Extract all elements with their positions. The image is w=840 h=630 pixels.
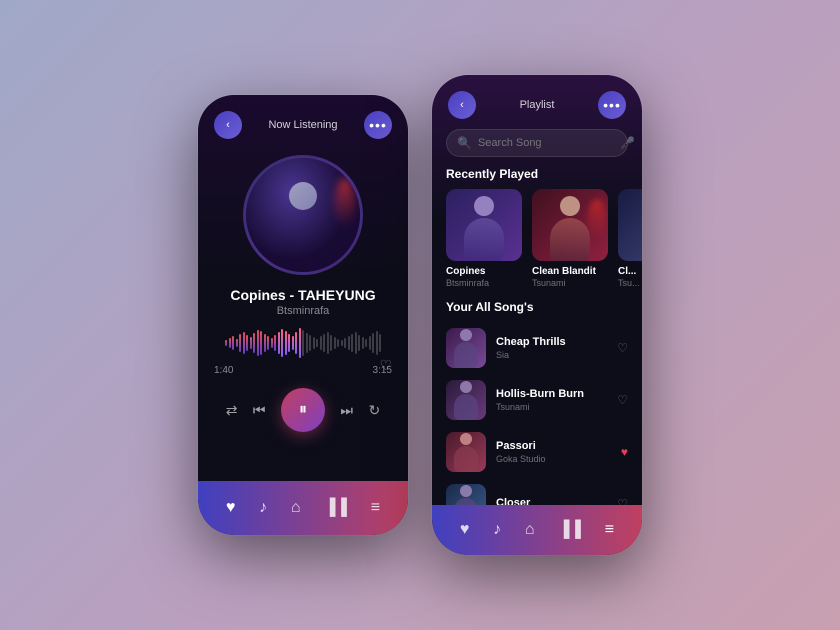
repeat-button[interactable]: ↻: [368, 402, 380, 419]
song-title-2: Hollis-Burn Burn: [496, 388, 607, 400]
recent-card-1[interactable]: Copines Btsminrafa: [446, 189, 522, 288]
person-head: [289, 182, 317, 210]
pause-button[interactable]: ⏸: [281, 388, 325, 432]
song-row-2[interactable]: Hollis-Burn Burn Tsunami ♡: [446, 374, 628, 426]
nav-stats[interactable]: ▐▐: [324, 499, 347, 517]
heart-2[interactable]: ♡: [617, 393, 628, 407]
recent-thumb-1: [446, 189, 522, 261]
mic-icon[interactable]: 🎤: [620, 136, 635, 150]
recently-played-list: Copines Btsminrafa Clean Blandit Tsunami: [432, 189, 642, 300]
now-playing-phone: ‹ Now Listening ••• Copines - TAHEYU: [198, 95, 408, 535]
album-art: [243, 155, 363, 275]
recent-card-3[interactable]: Cl... Tsu...: [618, 189, 642, 288]
artist-silhouette: [268, 182, 338, 272]
pnav-music[interactable]: ♪: [493, 521, 501, 539]
recent-thumb-3: [618, 189, 642, 261]
playlist-more-button[interactable]: •••: [598, 91, 626, 119]
now-playing-title: Now Listening: [268, 119, 337, 131]
bottom-nav: ♥ ♪ ⌂ ▐▐ ≡: [198, 481, 408, 535]
album-art-container: [198, 155, 408, 275]
recent-card-2[interactable]: Clean Blandit Tsunami: [532, 189, 608, 288]
back-button[interactable]: ‹: [214, 111, 242, 139]
playlist-title: Playlist: [520, 99, 555, 111]
song-row-1[interactable]: Cheap Thrills Sia ♡: [446, 322, 628, 374]
song-details-2: Hollis-Burn Burn Tsunami: [496, 388, 607, 412]
thumb-person-1: [459, 196, 509, 261]
pnav-stats[interactable]: ▐▐: [558, 521, 581, 539]
recent-sub-3: Tsu...: [618, 278, 642, 288]
recent-sub-1: Btsminrafa: [446, 278, 522, 288]
waveform: [214, 325, 392, 361]
shuffle-button[interactable]: ⇄: [226, 402, 238, 419]
nav-favorites[interactable]: ♥: [226, 499, 236, 517]
playlist-top-bar: ‹ Playlist •••: [432, 75, 642, 129]
song-title: Copines - TAHEYUNG: [214, 287, 392, 303]
recent-sub-2: Tsunami: [532, 278, 608, 288]
waveform-container: [198, 325, 408, 361]
nav-music[interactable]: ♪: [259, 499, 267, 517]
pnav-home[interactable]: ⌂: [525, 521, 535, 539]
red-accent-decor: [335, 178, 355, 228]
thumb-person-2: [545, 196, 595, 261]
song-details-1: Cheap Thrills Sia: [496, 336, 607, 360]
favorite-button[interactable]: ♡: [379, 357, 392, 374]
current-time: 1:40: [214, 365, 233, 376]
album-art-inner: [246, 158, 360, 272]
search-input[interactable]: [478, 137, 620, 149]
song-row-3[interactable]: Passori Goka Studio ♥: [446, 426, 628, 478]
recent-name-1: Copines: [446, 266, 522, 277]
all-songs-section: Your All Song's Cheap Thrills Sia ♡ Holl…: [432, 300, 642, 530]
recently-played-label: Recently Played: [432, 167, 642, 189]
song-artist-3: Goka Studio: [496, 454, 611, 464]
nav-playlist[interactable]: ≡: [371, 499, 380, 517]
playlist-back-button[interactable]: ‹: [448, 91, 476, 119]
nav-home[interactable]: ⌂: [291, 499, 301, 517]
more-button[interactable]: •••: [364, 111, 392, 139]
song-thumb-2: [446, 380, 486, 420]
prev-button[interactable]: ⏮: [253, 402, 266, 419]
top-bar: ‹ Now Listening •••: [198, 95, 408, 147]
search-icon: 🔍: [457, 136, 472, 150]
playlist-bottom-nav: ♥ ♪ ⌂ ▐▐ ≡: [432, 505, 642, 555]
recent-thumb-2: [532, 189, 608, 261]
heart-1[interactable]: ♡: [617, 341, 628, 355]
phones-container: ‹ Now Listening ••• Copines - TAHEYU: [198, 75, 642, 555]
recent-name-2: Clean Blandit: [532, 266, 608, 277]
pnav-playlist[interactable]: ≡: [605, 521, 614, 539]
song-title-3: Passori: [496, 440, 611, 452]
search-bar: 🔍 🎤: [446, 129, 628, 157]
time-display: 1:40 3:15: [198, 365, 408, 376]
all-songs-label: Your All Song's: [446, 300, 628, 322]
playback-controls: ⇄ ⏮ ⏸ ⏭ ↻: [198, 388, 408, 432]
next-button[interactable]: ⏭: [340, 402, 353, 419]
recent-name-3: Cl...: [618, 266, 642, 277]
song-thumb-1: [446, 328, 486, 368]
playlist-phone: ‹ Playlist ••• 🔍 🎤 Recently Played Copin…: [432, 75, 642, 555]
song-info: Copines - TAHEYUNG Btsminrafa: [198, 287, 408, 317]
heart-3[interactable]: ♥: [621, 445, 628, 459]
song-thumb-3: [446, 432, 486, 472]
pnav-favorites[interactable]: ♥: [460, 521, 470, 539]
song-details-3: Passori Goka Studio: [496, 440, 611, 464]
song-artist-1: Sia: [496, 350, 607, 360]
song-artist: Btsminrafa: [214, 305, 392, 317]
song-artist-2: Tsunami: [496, 402, 607, 412]
person-body: [278, 214, 328, 269]
song-title-1: Cheap Thrills: [496, 336, 607, 348]
